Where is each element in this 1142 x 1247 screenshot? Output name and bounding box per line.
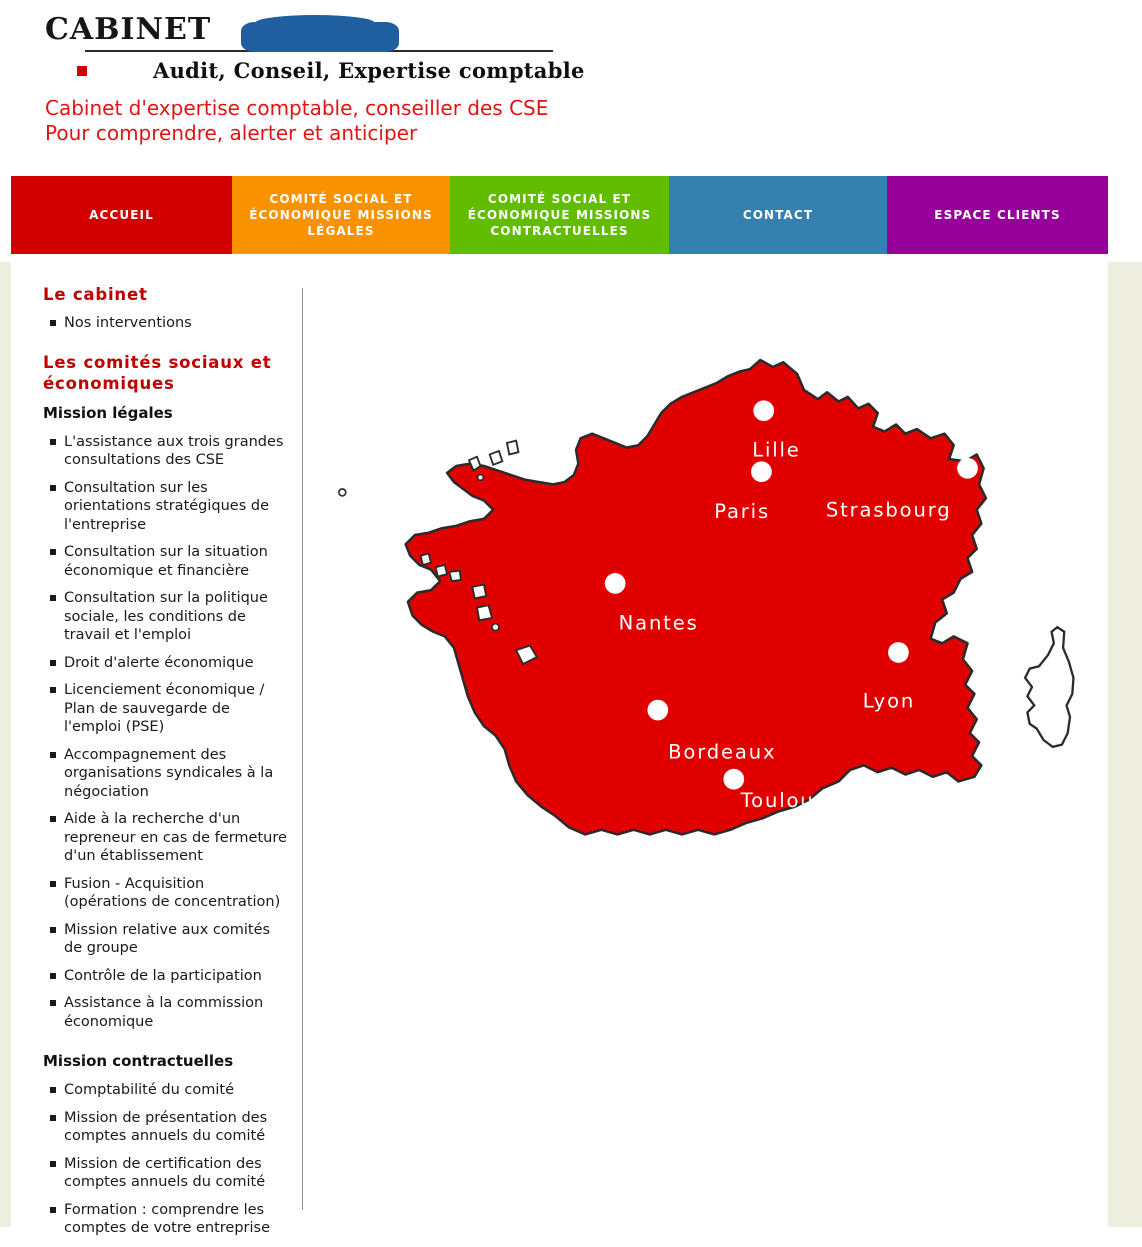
coastal-island-8 xyxy=(471,583,488,600)
site-logo[interactable]: CABINET Audit, Conseil, Expertise compta… xyxy=(45,12,584,83)
city-dot-lille[interactable] xyxy=(753,400,775,422)
list-item[interactable]: Mission de présentation des comptes annu… xyxy=(43,1109,291,1146)
coastal-island-9 xyxy=(491,622,500,632)
nav-item-accueil[interactable]: ACCUEIL xyxy=(11,176,232,254)
list-item[interactable]: Licenciement économique / Plan de sauveg… xyxy=(43,681,291,737)
city-dot-nantes[interactable] xyxy=(604,573,626,594)
list-item[interactable]: Accompagnement des organisations syndica… xyxy=(43,746,291,802)
main-navigation: ACCUEIL COMITÉ SOCIAL ET ÉCONOMIQUE MISS… xyxy=(11,176,1108,254)
city-dot-bordeaux[interactable] xyxy=(647,699,669,721)
site-header: CABINET Audit, Conseil, Expertise compta… xyxy=(11,0,1108,166)
city-label-lyon: Lyon xyxy=(863,690,915,713)
city-label-lille: Lille xyxy=(752,439,800,462)
list-item[interactable]: L'assistance aux trois grandes consultat… xyxy=(43,433,291,470)
sidebar-heading-comites-sociaux: Les comités sociaux et économiques xyxy=(43,352,272,393)
city-dot-lyon[interactable] xyxy=(888,642,909,663)
list-item[interactable]: Formation : comprendre les comptes de vo… xyxy=(43,1201,291,1238)
coastal-island-noirmoutier xyxy=(475,604,494,622)
coastal-island-ouessant xyxy=(338,488,347,497)
france-map: Lille Paris Strasbourg Nantes Lyon Borde… xyxy=(302,264,1108,1064)
page-gutter-right xyxy=(1108,262,1142,1227)
list-item[interactable]: Droit d'alerte économique xyxy=(43,654,291,673)
logo-subtitle-row: Audit, Conseil, Expertise comptable xyxy=(45,58,585,83)
coastal-island-7 xyxy=(448,569,462,583)
page-gutter-left xyxy=(0,262,11,1227)
nav-item-espace-clients[interactable]: ESPACE CLIENTS xyxy=(887,176,1108,254)
list-item[interactable]: Mission relative aux comités de groupe xyxy=(43,921,291,958)
sidebar: Le cabinet Nos interventions Les comités… xyxy=(43,284,291,1247)
tagline-line-1: Cabinet d'expertise comptable, conseille… xyxy=(45,96,549,120)
logo-subtitle: Audit, Conseil, Expertise comptable xyxy=(153,58,585,83)
city-label-strasbourg: Strasbourg xyxy=(826,499,952,522)
coastal-island-2 xyxy=(488,449,504,467)
list-item[interactable]: Consultation sur la situation économique… xyxy=(43,543,291,580)
coastal-island-6 xyxy=(434,563,449,578)
tagline-line-2: Pour comprendre, alerter et anticiper xyxy=(45,121,418,145)
redaction-mark xyxy=(241,15,399,52)
corsica-outline xyxy=(1023,625,1075,749)
city-dot-strasbourg[interactable] xyxy=(957,457,978,479)
list-item[interactable]: Aide à la recherche d'un repreneur en ca… xyxy=(43,810,291,866)
list-item[interactable]: Contrôle de la participation xyxy=(43,967,291,986)
red-square-bullet-icon xyxy=(77,65,87,76)
city-label-nantes: Nantes xyxy=(619,611,699,634)
sidebar-list-cabinet: Nos interventions xyxy=(43,314,291,333)
nav-item-missions-contractuelles[interactable]: COMITÉ SOCIAL ET ÉCONOMIQUE MISSIONS CON… xyxy=(450,176,669,254)
sidebar-list-missions-legales: L'assistance aux trois grandes consultat… xyxy=(43,433,291,1032)
sidebar-list-missions-contractuelles: Comptabilité du comité Mission de présen… xyxy=(43,1081,291,1238)
coastal-island-3 xyxy=(505,439,520,456)
nav-item-contact[interactable]: CONTACT xyxy=(669,176,887,254)
city-dot-paris[interactable] xyxy=(751,461,772,483)
nav-item-missions-legales[interactable]: COMITÉ SOCIAL ET ÉCONOMIQUE MISSIONS LÉG… xyxy=(232,176,450,254)
coastal-island-4 xyxy=(476,473,485,482)
list-item[interactable]: Mission de certification des comptes ann… xyxy=(43,1155,291,1192)
list-item[interactable]: Consultation sur les orientations straté… xyxy=(43,479,291,535)
france-map-svg: Lille Paris Strasbourg Nantes Lyon Borde… xyxy=(338,358,1075,836)
city-label-toulouse: Toulouse xyxy=(740,789,841,812)
list-item[interactable]: Fusion - Acquisition (opérations de conc… xyxy=(43,875,291,912)
sidebar-subheading-mission-contractuelles: Mission contractuelles xyxy=(43,1052,234,1070)
list-item[interactable]: Assistance à la commission économique xyxy=(43,994,291,1031)
site-tagline: Cabinet d'expertise comptable, conseille… xyxy=(45,96,548,146)
sidebar-subheading-mission-legales: Mission légales xyxy=(43,403,173,422)
city-dot-toulouse[interactable] xyxy=(723,768,745,790)
list-item[interactable]: Comptabilité du comité xyxy=(43,1081,291,1100)
sidebar-heading-le-cabinet: Le cabinet xyxy=(43,285,148,304)
city-label-paris: Paris xyxy=(714,500,770,523)
coastal-island-5 xyxy=(419,552,433,567)
content-area: Le cabinet Nos interventions Les comités… xyxy=(11,254,1108,1236)
page-container: CABINET Audit, Conseil, Expertise compta… xyxy=(11,0,1108,1236)
sidebar-item-nos-interventions[interactable]: Nos interventions xyxy=(43,314,291,333)
list-item[interactable]: Consultation sur la politique sociale, l… xyxy=(43,589,291,645)
city-label-bordeaux: Bordeaux xyxy=(668,740,776,763)
